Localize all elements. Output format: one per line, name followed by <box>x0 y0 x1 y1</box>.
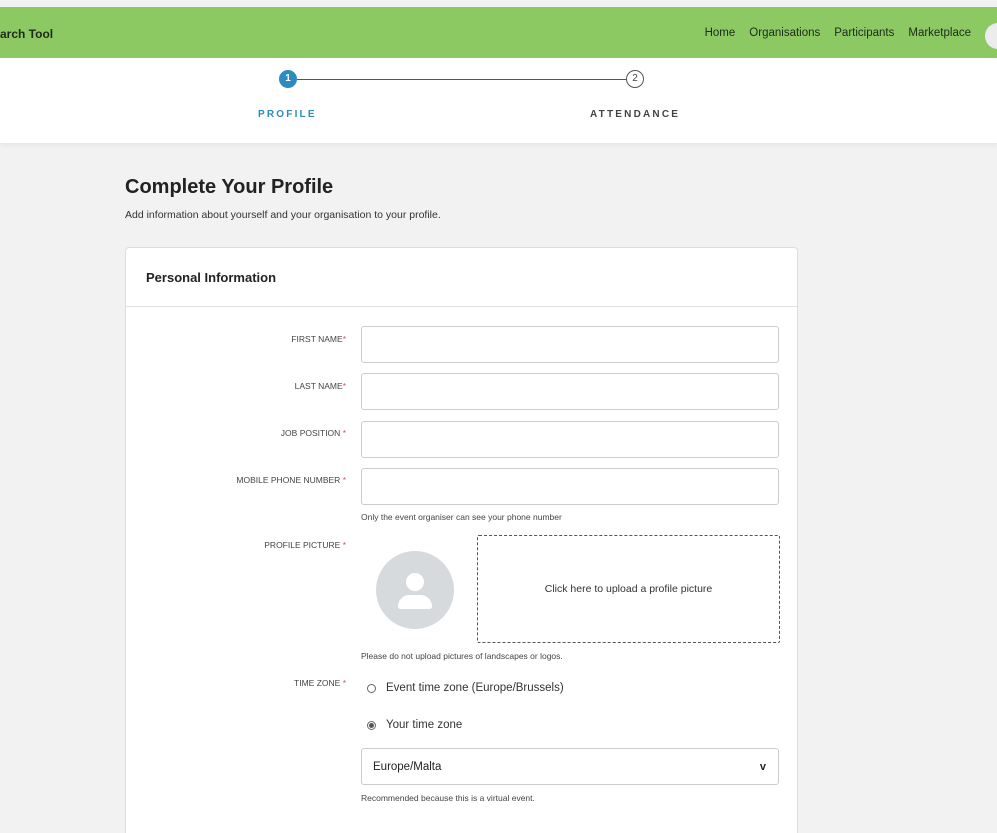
step-2-label: ATTENDANCE <box>590 109 681 120</box>
radio-button-checked[interactable] <box>367 720 376 730</box>
first-name-input[interactable] <box>361 326 779 363</box>
app-title[interactable]: arch Tool <box>0 27 53 41</box>
avatar-body <box>398 595 432 609</box>
nav-participants[interactable]: Participants <box>834 27 894 39</box>
radio-button[interactable] <box>367 683 376 693</box>
page-subtitle: Add information about yourself and your … <box>125 209 441 221</box>
profile-picture-upload-dropzone[interactable]: Click here to upload a profile picture <box>477 535 780 643</box>
personal-information-card: Personal Information FIRST NAME* LAST NA… <box>125 247 798 833</box>
mobile-phone-label: MOBILE PHONE NUMBER * <box>236 475 346 485</box>
required-marker: * <box>342 334 346 344</box>
first-name-label: FIRST NAME* <box>291 334 346 344</box>
step-1-label: PROFILE <box>258 109 317 120</box>
radio-event-time-zone[interactable]: Event time zone (Europe/Brussels) <box>367 682 564 694</box>
time-zone-selected-value: Europe/Malta <box>373 760 442 773</box>
time-zone-select[interactable]: Europe/Malta v <box>361 748 779 785</box>
avatar-head <box>406 573 424 591</box>
radio-label: Event time zone (Europe/Brussels) <box>386 682 564 694</box>
required-marker: * <box>342 381 346 391</box>
card-header: Personal Information <box>126 248 797 307</box>
step-1-indicator: 1 <box>279 70 297 88</box>
radio-label: Your time zone <box>386 719 463 731</box>
profile-avatar-placeholder-icon <box>376 551 454 629</box>
profile-picture-hint: Please do not upload pictures of landsca… <box>361 651 563 661</box>
radio-your-time-zone[interactable]: Your time zone <box>367 719 462 731</box>
required-marker: * <box>342 428 346 438</box>
top-nav-bar: arch Tool Home Organisations Participant… <box>0 7 997 58</box>
mobile-phone-input[interactable] <box>361 468 779 505</box>
card-title: Personal Information <box>146 270 277 285</box>
chevron-down-icon: v <box>759 760 766 773</box>
phone-hint: Only the event organiser can see your ph… <box>361 512 562 522</box>
nav-organisations[interactable]: Organisations <box>749 27 820 39</box>
job-position-input[interactable] <box>361 421 779 458</box>
progress-stepper: 1 2 PROFILE ATTENDANCE <box>0 58 997 143</box>
step-2-indicator: 2 <box>626 70 644 88</box>
nav-marketplace[interactable]: Marketplace <box>908 27 971 39</box>
time-zone-label: TIME ZONE * <box>294 678 346 688</box>
nav-home[interactable]: Home <box>705 27 736 39</box>
profile-picture-label: PROFILE PICTURE * <box>264 540 346 550</box>
required-marker: * <box>342 475 346 485</box>
stepper-line <box>297 79 629 80</box>
page-title: Complete Your Profile <box>125 176 334 198</box>
time-zone-hint: Recommended because this is a virtual ev… <box>361 793 535 803</box>
required-marker: * <box>342 678 346 688</box>
main-nav: Home Organisations Participants Marketpl… <box>691 27 971 39</box>
job-position-label: JOB POSITION * <box>280 428 346 438</box>
required-marker: * <box>342 540 346 550</box>
last-name-input[interactable] <box>361 373 779 410</box>
user-avatar-button[interactable] <box>985 23 997 49</box>
last-name-label: LAST NAME* <box>294 381 346 391</box>
